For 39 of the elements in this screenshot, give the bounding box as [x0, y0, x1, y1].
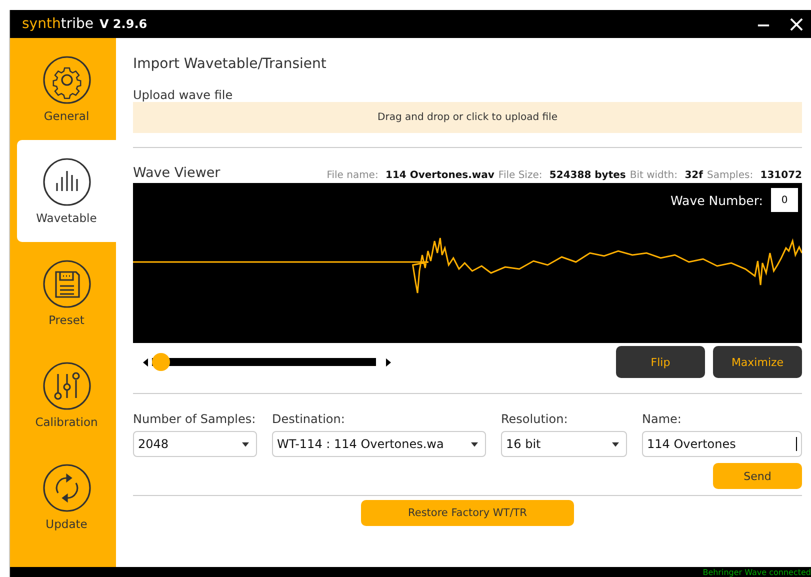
- connection-status: Behringer Wave connected: [702, 568, 811, 576]
- wave-number-label: Wave Number:: [670, 192, 763, 208]
- dropdown[interactable]: WT-114 : 114 Overtones.wa: [272, 431, 486, 457]
- bars-icon: [42, 157, 92, 207]
- maximize-button[interactable]: Maximize: [713, 346, 802, 378]
- right-arrow-icon[interactable]: [386, 358, 391, 366]
- caret-icon: [612, 442, 619, 446]
- sidebar-item[interactable]: Update: [17, 446, 116, 548]
- left-arrow-icon[interactable]: [143, 358, 148, 366]
- restore-button[interactable]: Restore Factory WT/TR: [361, 500, 574, 526]
- sliders-icon: [42, 361, 92, 411]
- name-input[interactable]: 114 Overtones: [642, 431, 802, 457]
- gear-icon: [42, 55, 92, 105]
- sidebar-item[interactable]: Wavetable: [17, 140, 116, 242]
- wave-number-field[interactable]: 0: [771, 188, 798, 212]
- field-label: Destination:: [272, 412, 346, 426]
- sidebar-item[interactable]: General: [17, 38, 116, 140]
- slider-thumb[interactable]: [152, 353, 170, 371]
- refresh-icon: [42, 463, 92, 513]
- viewer-title: Wave Viewer: [133, 165, 220, 181]
- upload-label: Upload wave file: [133, 88, 234, 102]
- page-heading: Import Wavetable/Transient: [133, 56, 328, 74]
- floppy-disk-icon: [42, 259, 92, 309]
- upload-dropzone[interactable]: Drag and drop or click to upload file: [133, 102, 802, 133]
- field-label: Resolution:: [501, 412, 569, 426]
- caret-icon: [471, 442, 478, 446]
- close-icon[interactable]: [790, 18, 803, 30]
- sidebar-item[interactable]: Preset: [17, 242, 116, 344]
- field-label: Name:: [642, 412, 682, 426]
- dropdown[interactable]: 2048: [133, 431, 257, 457]
- send-button[interactable]: Send: [713, 463, 802, 489]
- version-label: V 2.9.6: [99, 17, 148, 31]
- caret-icon: [242, 442, 249, 446]
- dropdown[interactable]: 16 bit: [501, 431, 627, 457]
- sidebar-item[interactable]: Calibration: [17, 344, 116, 446]
- app-logo: synthtribe: [22, 16, 94, 32]
- file-info: File name: 114 Overtones.wav File Size: 524388 bytes Bit width: 32f Samples: 131072: [326, 170, 802, 181]
- flip-button[interactable]: Flip: [616, 346, 705, 378]
- field-label: Number of Samples:: [133, 412, 257, 426]
